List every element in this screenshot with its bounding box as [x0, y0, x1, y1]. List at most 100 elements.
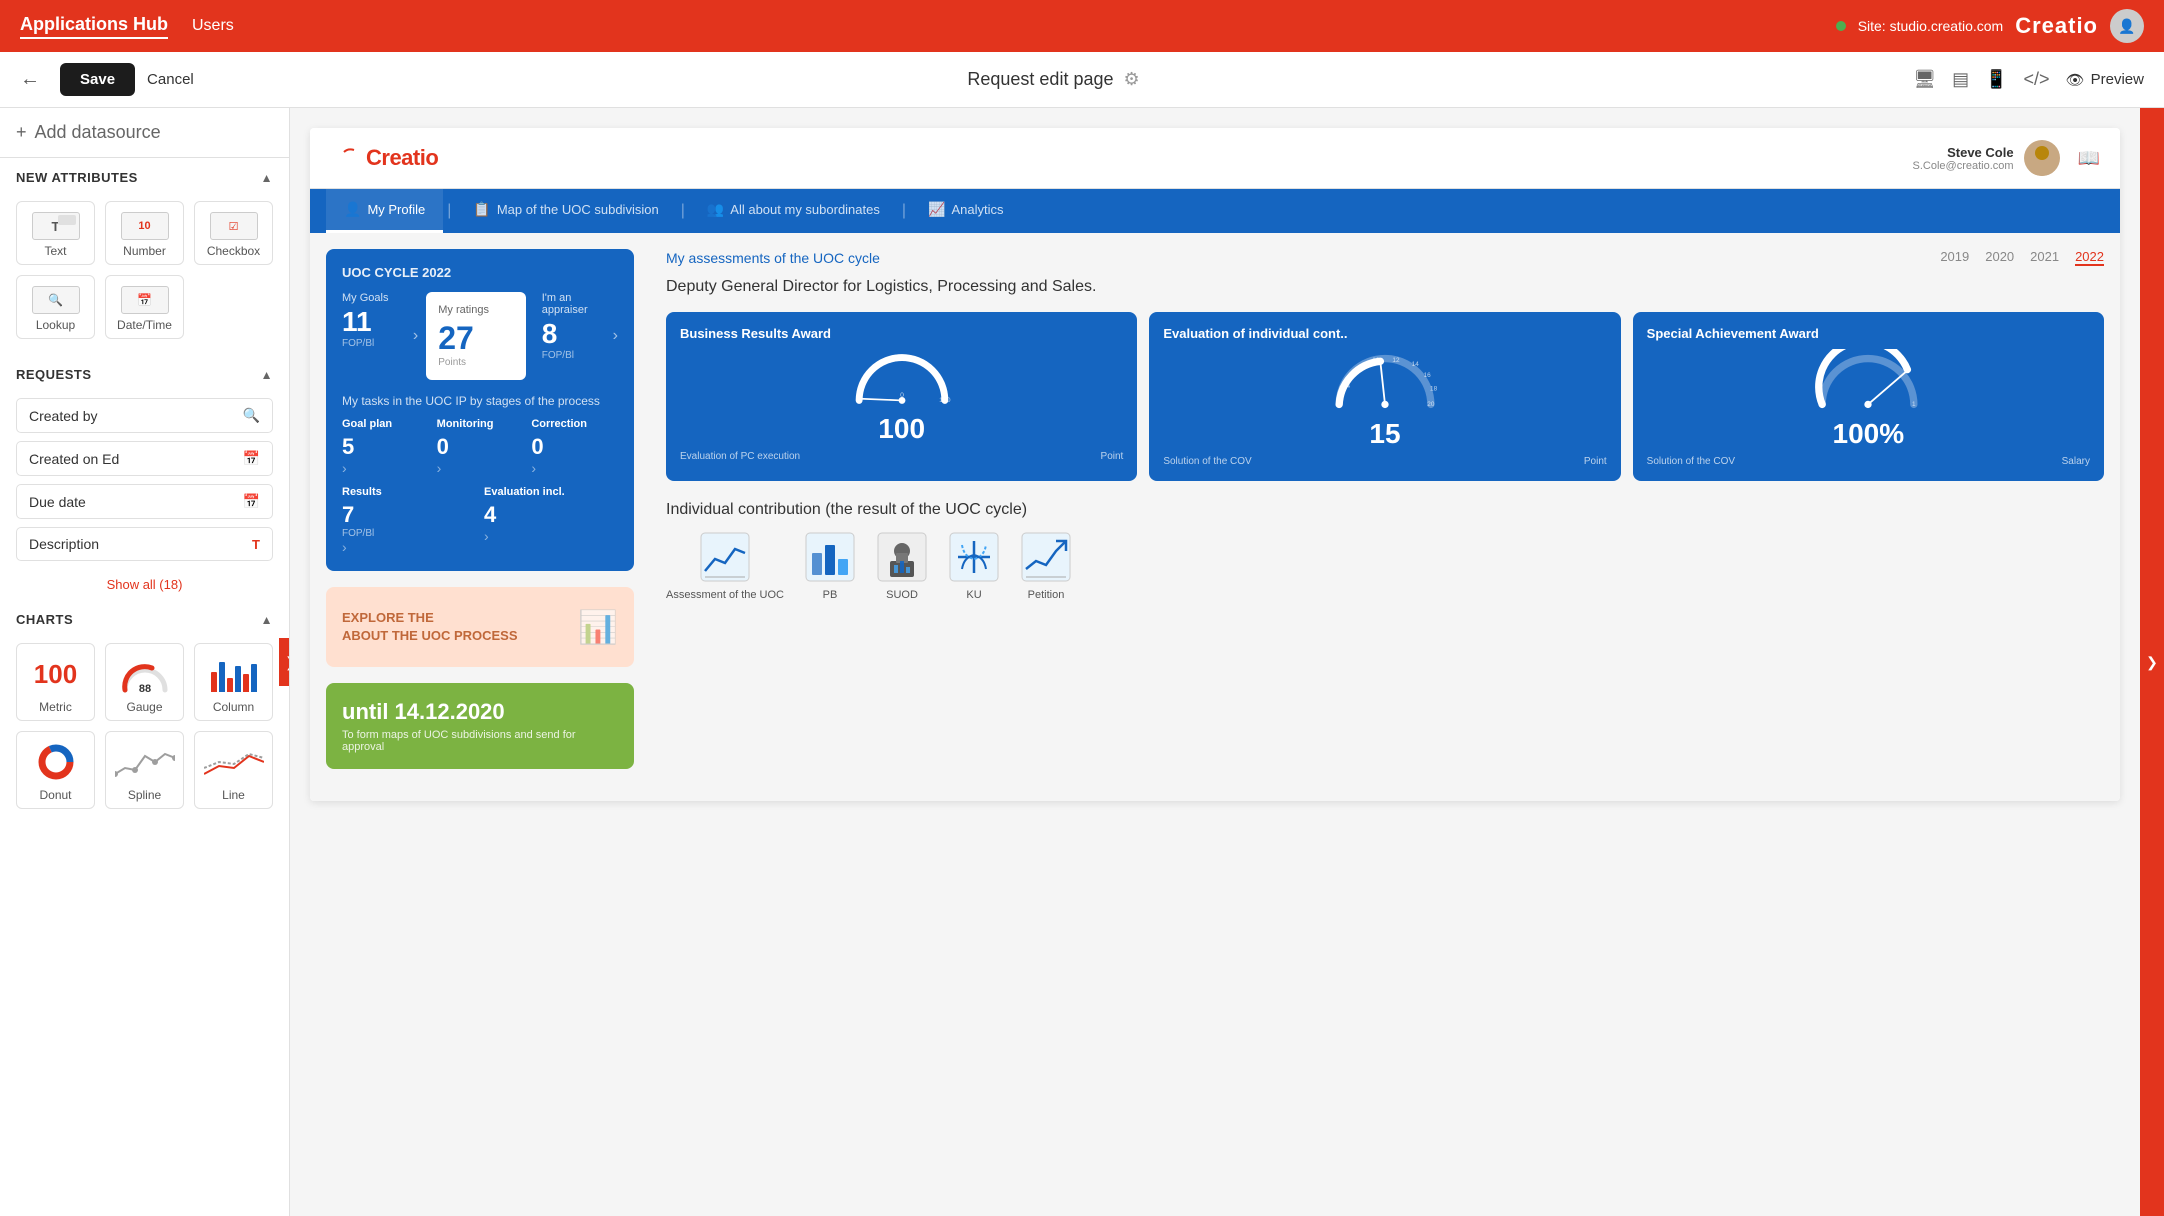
petition-item[interactable]: Petition	[1020, 531, 1072, 601]
preview-user-info: Steve Cole S.Cole@creatio.com 📖	[1913, 140, 2100, 176]
tab-uoc-subdivision[interactable]: 📋 Map of the UOC subdivision	[455, 189, 676, 233]
settings-icon[interactable]: ⚙	[1123, 69, 1139, 90]
right-panel-toggle[interactable]: ❯	[2140, 108, 2164, 1216]
new-attributes-chevron[interactable]: ▲	[261, 171, 273, 185]
uoc-tasks-grid: Goal plan 5 › Monitoring 0 ›	[342, 418, 618, 476]
business-gauge: 0 100 0	[680, 349, 1123, 409]
number-attribute[interactable]: 10 Number	[105, 201, 184, 265]
creatio-logo: Creatio	[330, 145, 438, 171]
suod-icon	[876, 531, 928, 583]
split-view-icon[interactable]: ▤	[1952, 69, 1969, 90]
checkbox-icon: ☑	[210, 212, 258, 240]
book-icon[interactable]: 📖	[2078, 148, 2100, 169]
analytics-icon: 📈	[928, 201, 945, 218]
show-all-button[interactable]: Show all (18)	[0, 569, 289, 600]
uoc-task-row2: Results 7 FOP/Bl › Evaluation incl. 4 ›	[342, 486, 618, 555]
uoc-cycle-card: UOC CYCLE 2022 My Goals 11 FOP/Bl › My r…	[326, 249, 634, 571]
add-datasource-button[interactable]: + Add datasource	[0, 108, 289, 158]
my-ratings-card[interactable]: My ratings 27 Points	[426, 292, 526, 380]
text-attribute[interactable]: T Text	[16, 201, 95, 265]
preview-body: UOC CYCLE 2022 My Goals 11 FOP/Bl › My r…	[310, 233, 2120, 801]
donut-chart[interactable]: Donut	[16, 731, 95, 809]
metric-chart[interactable]: 100 Metric	[16, 643, 95, 721]
explore-card[interactable]: EXPLORE THEABOUT THE UOC PROCESS 📊	[326, 587, 634, 667]
correction-task[interactable]: Correction 0 ›	[531, 418, 618, 476]
tab-subordinates[interactable]: 👥 All about my subordinates	[689, 189, 898, 233]
pb-item[interactable]: PB	[804, 531, 856, 601]
checkbox-attribute[interactable]: ☑ Checkbox	[194, 201, 273, 265]
spline-chart[interactable]: Spline	[105, 731, 184, 809]
charts-chevron[interactable]: ▲	[261, 613, 273, 627]
checkbox-label: Checkbox	[207, 244, 260, 258]
gauge-chart[interactable]: 88 Gauge	[105, 643, 184, 721]
mobile-view-icon[interactable]: 📱	[1985, 69, 2007, 90]
year-2021[interactable]: 2021	[2030, 249, 2059, 266]
column-chart[interactable]: Column	[194, 643, 273, 721]
evaluation-task[interactable]: Evaluation incl. 4 ›	[484, 486, 618, 555]
code-view-icon[interactable]: </>	[2024, 69, 2050, 90]
right-content-column: My assessments of the UOC cycle 2019 202…	[650, 233, 2120, 801]
explore-text: EXPLORE THEABOUT THE UOC PROCESS	[342, 609, 518, 645]
evaluation-gauge: 0 4 8 10 12 14 16 18 20	[1163, 349, 1606, 414]
toolbar-right: 🖥 ▤ 📱 </> 👁 Preview	[1913, 69, 2144, 90]
assessments-header: My assessments of the UOC cycle 2019 202…	[666, 249, 2104, 266]
goal-plan-task[interactable]: Goal plan 5 ›	[342, 418, 429, 476]
results-task[interactable]: Results 7 FOP/Bl ›	[342, 486, 476, 555]
new-attributes-header: NEW ATTRIBUTES ▲	[0, 158, 289, 193]
column-label: Column	[213, 700, 254, 714]
appraiser-item[interactable]: I'm an appraiser 8 FOP/Bl	[542, 292, 605, 380]
monitoring-task[interactable]: Monitoring 0 ›	[437, 418, 524, 476]
line-chart[interactable]: Line	[194, 731, 273, 809]
date-subtitle: To form maps of UOC subdivisions and sen…	[342, 729, 618, 753]
created-by-field[interactable]: Created by 🔍	[16, 398, 273, 433]
top-navigation: Applications Hub Users Site: studio.crea…	[0, 0, 2164, 52]
tab-my-profile[interactable]: 👤 My Profile	[326, 189, 443, 233]
user-avatar-top[interactable]: 👤	[2110, 9, 2144, 43]
assessment-uoc-item[interactable]: Assessment of the UOC	[666, 531, 784, 601]
explore-illustration: 📊	[578, 608, 618, 646]
page-title: Request edit page	[967, 69, 1113, 90]
svg-text:4: 4	[1347, 383, 1351, 390]
svg-text:0: 0	[1337, 401, 1341, 408]
business-results-award[interactable]: Business Results Award 0 100	[666, 312, 1137, 481]
year-2020[interactable]: 2020	[1985, 249, 2014, 266]
datetime-icon: 📅	[121, 286, 169, 314]
svg-text:8: 8	[1354, 370, 1358, 377]
users-link[interactable]: Users	[192, 17, 234, 35]
svg-text:20: 20	[1427, 401, 1435, 408]
due-date-field[interactable]: Due date 📅	[16, 484, 273, 519]
preview-tabs: 👤 My Profile | 📋 Map of the UOC subdivis…	[310, 189, 2120, 233]
year-2022[interactable]: 2022	[2075, 249, 2104, 266]
panel-collapse-toggle[interactable]: ❯	[279, 638, 290, 686]
my-goals-item[interactable]: My Goals 11 FOP/Bl	[342, 292, 405, 380]
description-field[interactable]: Description T	[16, 527, 273, 561]
uoc-goals-flex: My Goals 11 FOP/Bl › My ratings 27 Point…	[342, 292, 618, 380]
tab-analytics[interactable]: 📈 Analytics	[910, 189, 1021, 233]
svg-text:0: 0	[857, 397, 861, 404]
ku-item[interactable]: KU	[948, 531, 1000, 601]
back-button[interactable]: ←	[20, 68, 40, 91]
desktop-view-icon[interactable]: 🖥	[1913, 69, 1936, 90]
requests-header: REQUESTS ▲	[0, 355, 289, 390]
save-button[interactable]: Save	[60, 63, 135, 96]
line-label: Line	[222, 788, 245, 802]
special-gauge: 0 1	[1647, 349, 2090, 414]
subordinates-icon: 👥	[707, 201, 724, 218]
goals-arrow: ›	[413, 292, 418, 380]
lookup-label: Lookup	[36, 318, 75, 332]
special-achievement-award[interactable]: Special Achievement Award 0 1	[1633, 312, 2104, 481]
created-on-field[interactable]: Created on Ed 📅	[16, 441, 273, 476]
app-name[interactable]: Applications Hub	[20, 14, 168, 39]
suod-item[interactable]: SUOD	[876, 531, 928, 601]
requests-chevron[interactable]: ▲	[261, 368, 273, 382]
evaluation-individual-award[interactable]: Evaluation of individual cont.. 0 4 8 1	[1149, 312, 1620, 481]
petition-icon	[1020, 531, 1072, 583]
year-2019[interactable]: 2019	[1940, 249, 1969, 266]
datetime-icon: 📅	[243, 450, 260, 467]
datetime-label: Date/Time	[117, 318, 172, 332]
charts-header: CHARTS ▲	[0, 600, 289, 635]
datetime-attribute[interactable]: 📅 Date/Time	[105, 275, 184, 339]
lookup-attribute[interactable]: 🔍 Lookup	[16, 275, 95, 339]
cancel-button[interactable]: Cancel	[147, 71, 194, 88]
preview-button[interactable]: 👁 Preview	[2066, 71, 2144, 89]
